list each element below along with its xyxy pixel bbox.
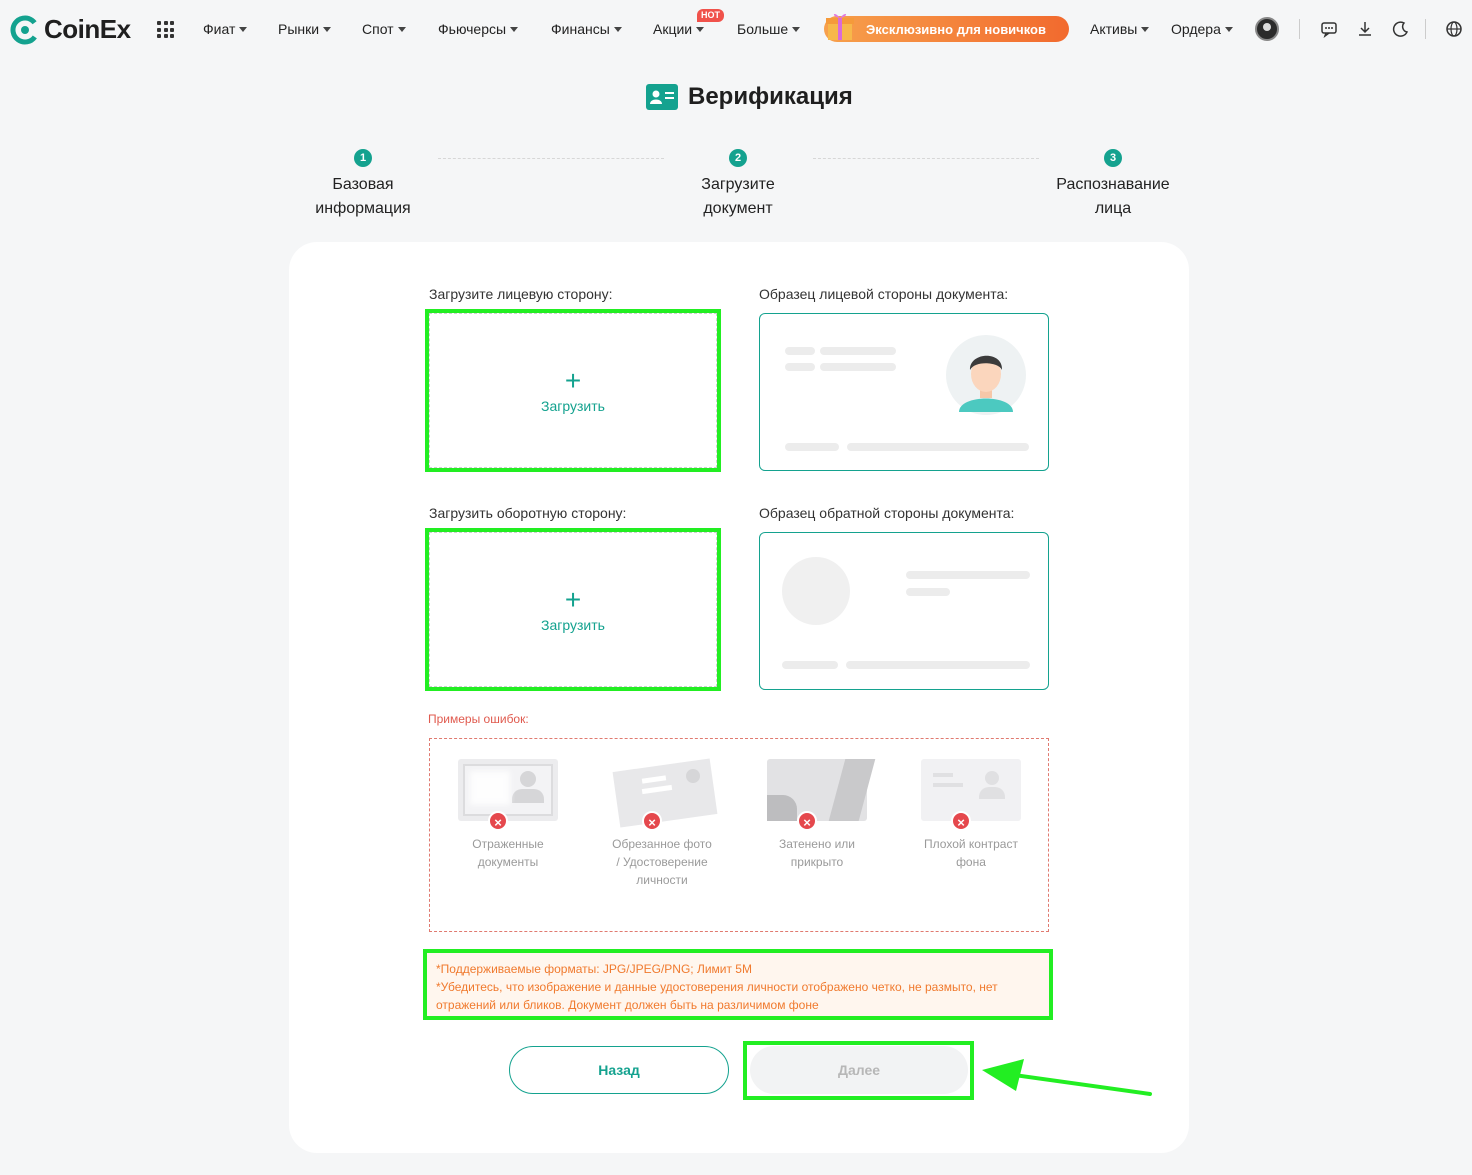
nav-assets[interactable]: Активы [1090, 21, 1150, 37]
step-number: 2 [729, 149, 747, 167]
id-card-icon [646, 84, 678, 110]
reflected-document-image [458, 759, 558, 821]
step-label-line1: Базовая [332, 176, 394, 193]
logo-text: CoinEx [44, 14, 131, 44]
back-sample-image [759, 532, 1049, 690]
error-examples-box: × Отраженные документы × Обрезанное фото… [429, 738, 1049, 932]
step-label-line2: информация [315, 200, 411, 217]
moon-icon[interactable] [1391, 19, 1411, 39]
caret-down-icon [792, 26, 801, 32]
nav-promotions[interactable]: Акции [653, 21, 705, 37]
step-upload-document: 2 Загрузите документ [678, 149, 798, 221]
nav-orders[interactable]: Ордера [1171, 21, 1233, 37]
error-x-icon: × [951, 811, 971, 831]
formats-note: *Поддерживаемые форматы: JPG/JPEG/PNG; Л… [436, 962, 752, 976]
divider [1299, 19, 1300, 39]
front-upload-label: Загрузите лицевую сторону: [429, 286, 613, 302]
nav-more[interactable]: Больше [737, 21, 801, 37]
page-header: Верификация [646, 83, 853, 111]
caret-down-icon [696, 26, 705, 32]
step-number: 3 [1104, 149, 1122, 167]
step-connector [813, 158, 1039, 159]
seal-placeholder [782, 557, 850, 625]
cropped-document-image [612, 758, 718, 828]
plus-icon: + [564, 364, 582, 396]
error-example-obscured: × Затенено или прикрыто [757, 759, 877, 871]
error-text: Плохой контраст фона [924, 837, 1018, 869]
error-x-icon: × [488, 811, 508, 831]
nav-fiat[interactable]: Фиат [203, 21, 248, 37]
back-button[interactable]: Назад [509, 1046, 729, 1094]
caret-down-icon [1224, 26, 1233, 32]
nav-spot[interactable]: Спот [362, 21, 406, 37]
coinex-logo-icon [10, 15, 40, 44]
gift-icon [826, 13, 854, 40]
promo-newcomers-button[interactable]: Эксклюзивно для новичков [824, 16, 1069, 42]
upload-text: Загрузить [541, 616, 605, 633]
caret-down-icon [1141, 26, 1150, 32]
quality-note: *Убедитесь, что изображение и данные удо… [436, 980, 998, 1012]
front-upload-button[interactable]: + Загрузить [425, 309, 721, 472]
coinex-logo[interactable]: CoinEx [10, 14, 131, 45]
upload-text: Загрузить [541, 397, 605, 414]
error-examples-label: Примеры ошибок: [428, 712, 529, 726]
error-x-icon: × [642, 811, 662, 831]
pointer-arrow-icon [982, 1059, 1152, 1096]
step-label-line1: Распознавание [1056, 176, 1170, 193]
globe-icon[interactable] [1444, 19, 1464, 39]
caret-down-icon [613, 26, 622, 32]
front-sample-image [759, 313, 1049, 471]
step-face-recognition: 3 Распознавание лица [1043, 149, 1183, 221]
divider [1425, 19, 1426, 39]
obscured-document-image [767, 759, 876, 821]
step-label-line2: лица [1094, 200, 1132, 217]
download-icon[interactable] [1355, 19, 1375, 39]
front-sample-label: Образец лицевой стороны документа: [759, 286, 1009, 302]
low-contrast-document-image [921, 759, 1021, 821]
caret-down-icon [397, 26, 406, 32]
upload-requirements-notice: *Поддерживаемые форматы: JPG/JPEG/PNG; Л… [423, 949, 1053, 1020]
step-label-line1: Загрузите [701, 176, 775, 193]
error-text: Отраженные документы [472, 837, 544, 869]
person-photo-icon [946, 335, 1026, 415]
error-text: Затенено или прикрыто [778, 837, 856, 869]
top-nav: CoinEx Фиат Рынки Спот Фьючерсы Финансы … [0, 0, 1472, 58]
back-sample-label: Образец обратной стороны документа: [759, 505, 1015, 521]
caret-down-icon [323, 26, 332, 32]
caret-down-icon [239, 26, 248, 32]
avatar[interactable] [1255, 17, 1279, 41]
apps-grid-icon[interactable] [157, 21, 174, 38]
next-button[interactable]: Далее [750, 1046, 968, 1094]
error-x-icon: × [797, 811, 817, 831]
error-example-reflected: × Отраженные документы [448, 759, 568, 871]
caret-down-icon [510, 26, 519, 32]
step-label-line2: документ [703, 200, 773, 217]
error-example-cropped: × Обрезанное фото / Удостоверение личнос… [602, 758, 722, 889]
error-example-low-contrast: × Плохой контраст фона [911, 759, 1031, 871]
back-upload-button[interactable]: + Загрузить [425, 528, 721, 691]
hot-badge: HOT [697, 9, 724, 22]
back-upload-label: Загрузить оборотную сторону: [429, 505, 627, 521]
error-text: Обрезанное фото / Удостоверение личности [612, 837, 712, 887]
plus-icon: + [564, 583, 582, 615]
step-connector [438, 158, 664, 159]
nav-futures[interactable]: Фьючерсы [438, 21, 519, 37]
nav-markets[interactable]: Рынки [278, 21, 332, 37]
chat-icon[interactable] [1319, 19, 1339, 39]
page-title: Верификация [688, 83, 853, 110]
step-number: 1 [354, 149, 372, 167]
step-basic-info: 1 Базовая информация [303, 149, 423, 221]
nav-finance[interactable]: Финансы [551, 21, 622, 37]
